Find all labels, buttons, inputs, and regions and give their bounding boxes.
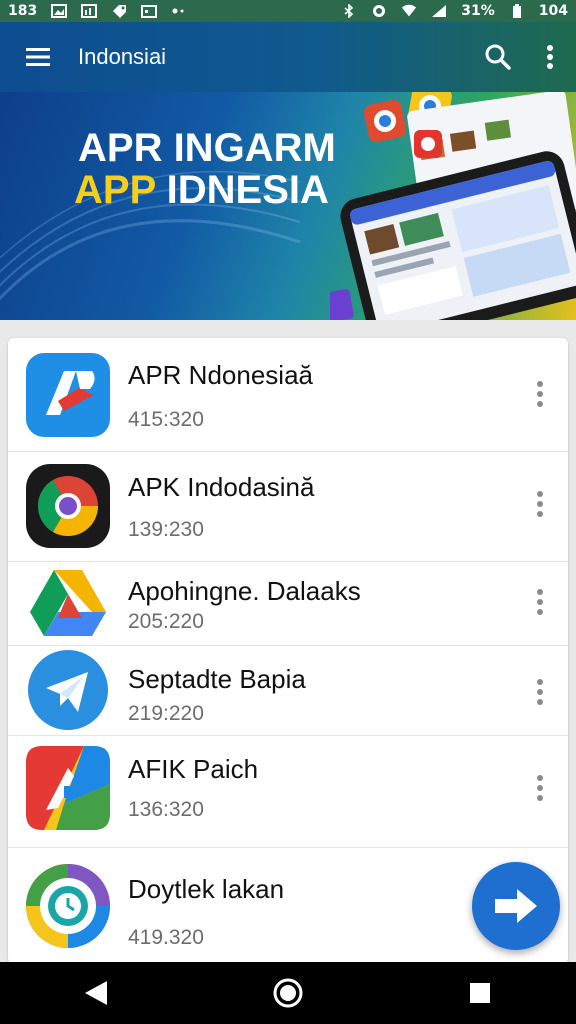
app-name: APK Indodasină — [128, 472, 315, 502]
app-meta: 139:230 — [128, 518, 204, 541]
more-vertical-icon[interactable] — [524, 672, 556, 712]
app-name: Septadte Bapia — [128, 664, 306, 694]
fab-button[interactable] — [472, 862, 560, 950]
battery-level: 104 — [538, 3, 568, 19]
hero-title-line1: APR INGARM — [78, 126, 336, 170]
wifi-icon — [401, 4, 417, 18]
hero-title-line2: APP IDNESIA — [74, 168, 329, 213]
more-vertical-icon[interactable] — [524, 484, 556, 524]
more-vertical-icon[interactable] — [524, 374, 556, 414]
status-left: 183 — [8, 3, 187, 19]
app-title: Indonsiai — [78, 44, 167, 69]
hero-phone-illustration — [290, 92, 576, 320]
app-name: AFIK Paich — [128, 754, 259, 784]
status-bar: 183 31% 104 — [0, 0, 576, 22]
circle-app-icon — [24, 862, 112, 950]
list-item[interactable]: Apohingne. Dalaaks 205:220 — [8, 562, 568, 646]
app-name: Apohingne. Dalaaks — [128, 576, 361, 606]
status-right: 31% 104 — [341, 3, 568, 19]
list-item[interactable]: APR Ndonesiaă 415:320 — [8, 338, 568, 452]
hero-banner[interactable]: APR INGARM APP IDNESIA — [0, 92, 576, 320]
calendar-notification-icon — [141, 4, 158, 18]
alarm-icon — [371, 4, 387, 18]
more-vertical-icon[interactable] — [524, 582, 556, 622]
more-vertical-icon[interactable] — [524, 768, 556, 808]
app-name: APR Ndonesiaă — [128, 360, 313, 390]
app-meta: 415:320 — [128, 408, 204, 431]
hero-title-rest: IDNESIA — [166, 168, 329, 212]
image-notification-icon — [51, 4, 68, 18]
status-time: 183 — [8, 3, 38, 19]
recents-square-icon[interactable] — [440, 965, 520, 1021]
back-triangle-icon[interactable] — [56, 965, 136, 1021]
more-vertical-icon[interactable] — [524, 29, 576, 85]
app-meta: 219:220 — [128, 702, 204, 725]
apr-app-icon — [24, 351, 112, 439]
tag-notification-icon — [111, 4, 127, 18]
chrome-like-icon — [24, 462, 112, 550]
afik-app-icon — [24, 744, 112, 832]
app-list-card: APR Ndonesiaă 415:320 APK Indodasină 139… — [8, 338, 568, 964]
more-notifications-icon — [171, 4, 187, 18]
app-meta: 419.320 — [128, 926, 204, 949]
app-bar: Indonsiai — [0, 22, 576, 92]
search-icon[interactable] — [472, 29, 524, 85]
list-item[interactable]: AFIK Paich 136:320 — [8, 736, 568, 848]
hamburger-menu-icon[interactable] — [10, 29, 66, 85]
list-item[interactable]: Septadte Bapia 219:220 — [8, 646, 568, 736]
hero-title-highlight: APP — [74, 168, 156, 212]
arrow-right-icon — [495, 889, 537, 923]
telegram-like-icon — [24, 646, 112, 734]
app-name: Doytlek lakan — [128, 874, 285, 904]
chart-notification-icon — [81, 4, 98, 18]
battery-percent: 31% — [461, 3, 495, 19]
app-meta: 136:320 — [128, 798, 204, 821]
home-circle-icon[interactable] — [248, 965, 328, 1021]
bluetooth-icon — [341, 4, 357, 18]
navigation-bar — [0, 962, 576, 1024]
list-item[interactable]: APK Indodasină 139:230 — [8, 452, 568, 562]
drive-like-icon — [24, 560, 112, 648]
signal-icon — [431, 4, 447, 18]
battery-icon — [509, 4, 525, 18]
app-meta: 205:220 — [128, 610, 204, 633]
